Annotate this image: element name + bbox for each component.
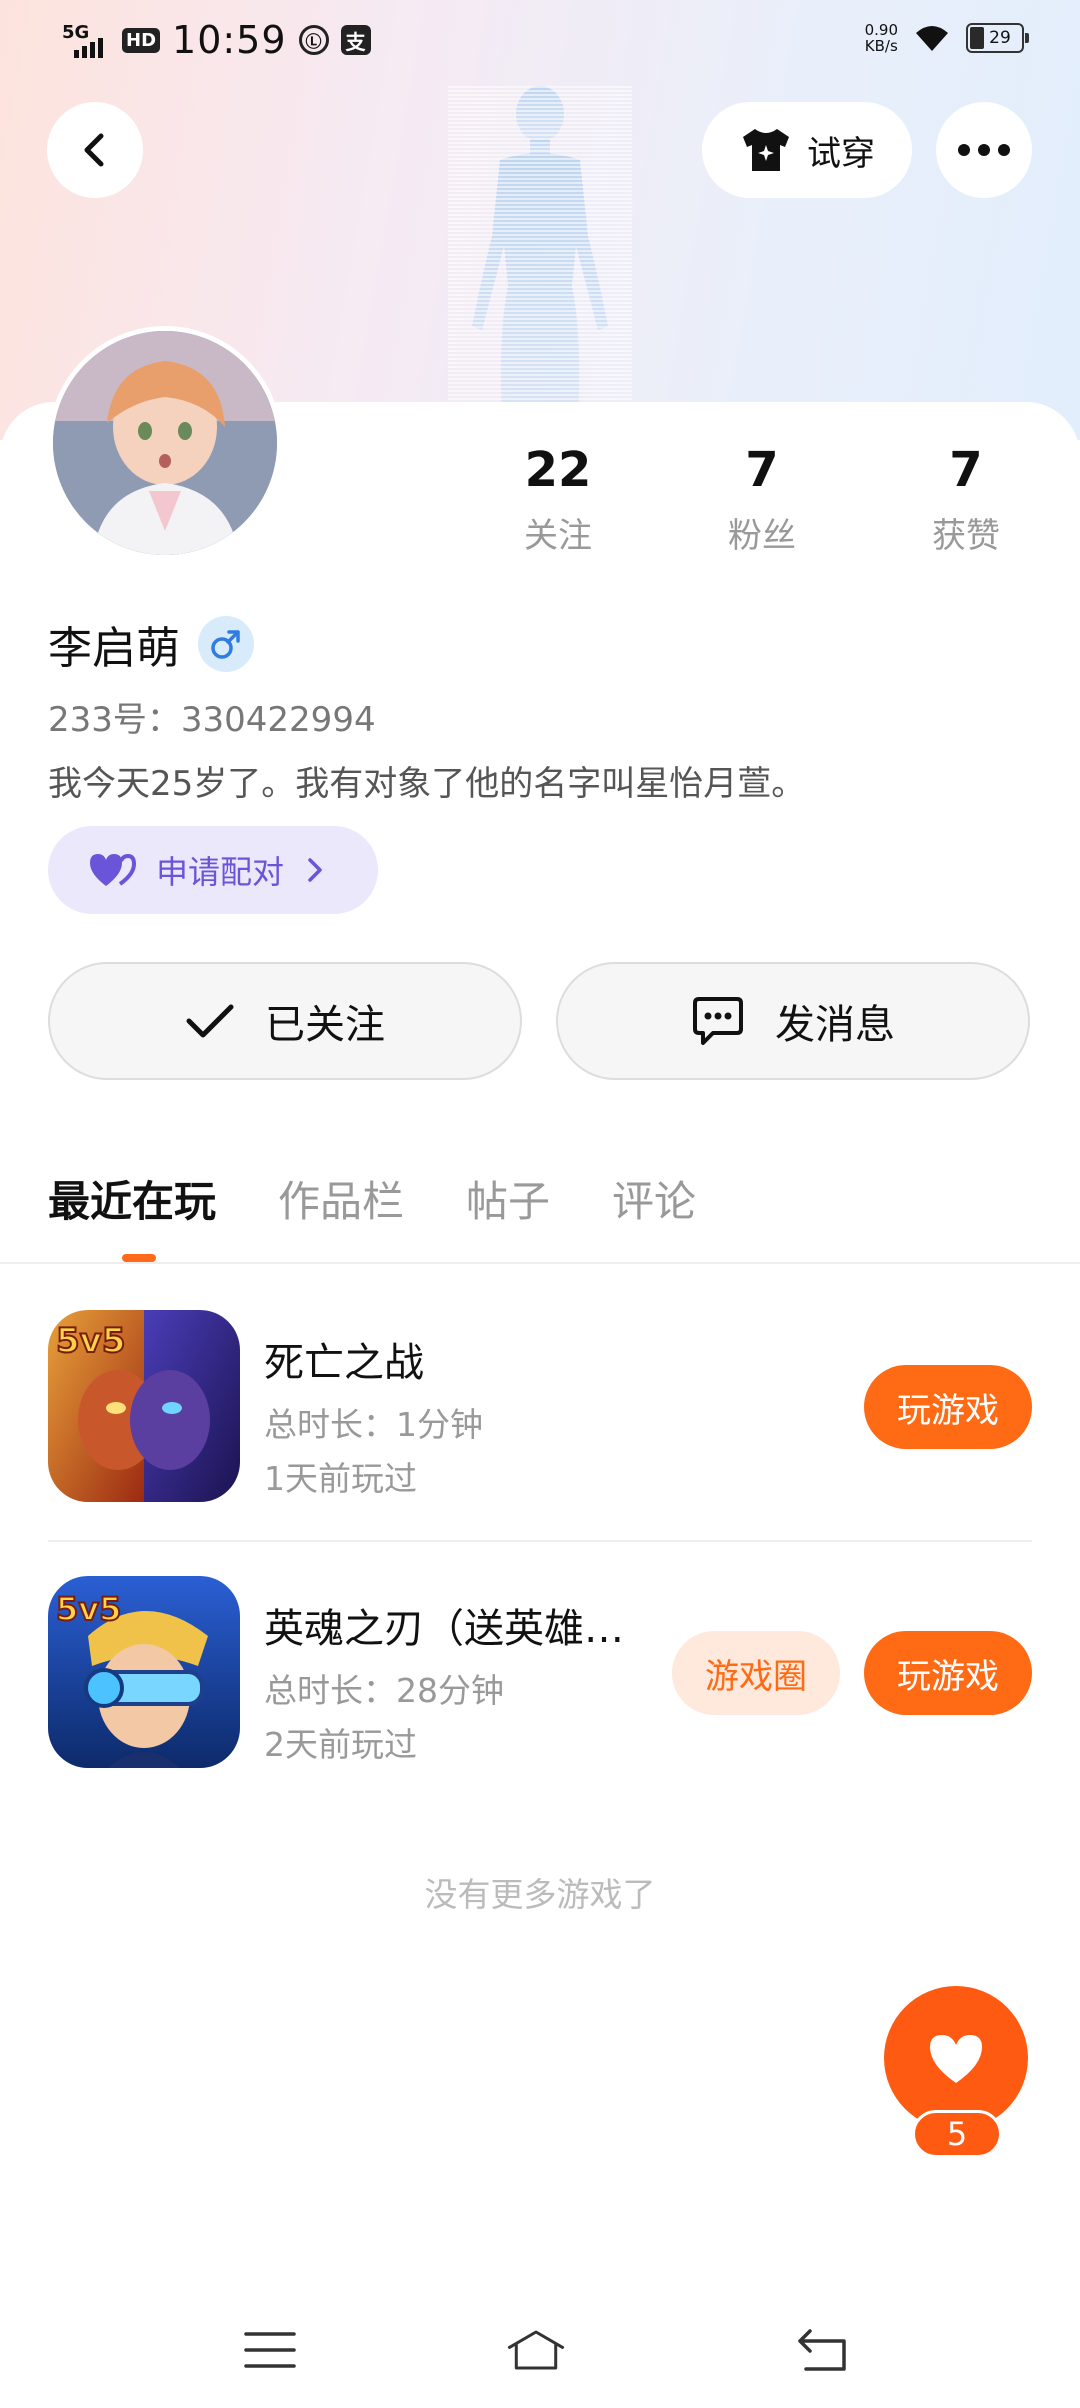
try-on-label: 试穿 bbox=[807, 133, 875, 174]
request-pair-label: 申请配对 bbox=[156, 853, 285, 891]
menu-icon bbox=[244, 2332, 296, 2368]
chevron-right-icon bbox=[308, 858, 322, 882]
stat-label: 粉丝 bbox=[728, 516, 796, 556]
signal-icon: 5G bbox=[60, 20, 110, 60]
alipay-icon: 支 bbox=[340, 25, 371, 55]
avatar-figure-hologram bbox=[448, 86, 632, 416]
notification-app-icon: Ⓛ bbox=[298, 25, 329, 55]
request-pair-button[interactable]: 申请配对 bbox=[48, 826, 378, 914]
active-tab-indicator bbox=[122, 1254, 156, 1262]
tab-posts[interactable]: 帖子 bbox=[466, 1168, 550, 1229]
chevron-left-icon bbox=[84, 133, 104, 167]
status-bar: 5G HD 10:59 Ⓛ 支 0.90 KB/s 29 bbox=[0, 0, 1080, 80]
followed-button[interactable]: 已关注 bbox=[48, 962, 522, 1080]
game-last-played: 2天前玩过 bbox=[264, 1725, 417, 1764]
stat-followers[interactable]: 7 粉丝 bbox=[682, 440, 842, 557]
game-list-item[interactable]: 5v5 英魂之刃（送英雄… 总时长：28分钟 2天前玩过 游戏圈 玩游戏 bbox=[48, 1576, 1032, 1770]
back-arrow-icon bbox=[798, 2329, 846, 2371]
more-button[interactable] bbox=[936, 102, 1032, 198]
user-bio: 我今天25岁了。我有对象了他的名字叫星怡月萱。 bbox=[48, 764, 806, 804]
clock: 10:59 bbox=[172, 18, 287, 62]
stat-likes[interactable]: 7 获赞 bbox=[886, 440, 1046, 557]
game-icon-deathwar: 5v5 bbox=[48, 1310, 240, 1502]
tab-works[interactable]: 作品栏 bbox=[278, 1168, 404, 1229]
play-game-button[interactable]: 玩游戏 bbox=[864, 1631, 1032, 1715]
battery-icon: 29 bbox=[966, 23, 1029, 53]
list-divider bbox=[48, 1540, 1032, 1542]
chat-bubble-icon bbox=[693, 997, 743, 1045]
followed-label: 已关注 bbox=[265, 1002, 385, 1048]
tshirt-icon bbox=[743, 129, 789, 171]
stat-label: 获赞 bbox=[932, 516, 1000, 556]
avatar[interactable] bbox=[48, 326, 282, 560]
tab-recently-played[interactable]: 最近在玩 bbox=[48, 1168, 216, 1229]
send-message-label: 发消息 bbox=[775, 1002, 895, 1048]
no-more-games-text: 没有更多游戏了 bbox=[424, 1875, 656, 1914]
stat-value: 22 bbox=[524, 442, 592, 498]
like-count-badge: 5 bbox=[912, 2110, 1002, 2158]
game-duration: 总时长：1分钟 bbox=[264, 1405, 483, 1444]
wifi-icon bbox=[916, 26, 948, 51]
svg-text:5v5: 5v5 bbox=[56, 1321, 125, 1361]
heart-icon bbox=[930, 2035, 982, 2083]
male-icon bbox=[198, 616, 254, 672]
svg-text:5v5: 5v5 bbox=[56, 1590, 121, 1628]
stat-value: 7 bbox=[949, 442, 983, 498]
try-on-button[interactable]: 试穿 bbox=[702, 102, 912, 198]
network-speed: 0.90 KB/s bbox=[864, 21, 898, 55]
game-list-item[interactable]: 5v5 死亡之战 总时长：1分钟 1天前玩过 玩游戏 bbox=[48, 1310, 1032, 1504]
system-navigation-bar bbox=[0, 2300, 1080, 2408]
back-button[interactable] bbox=[47, 102, 143, 198]
name-row: 李启萌 bbox=[48, 612, 254, 676]
stat-following[interactable]: 22 关注 bbox=[478, 440, 638, 557]
like-button[interactable] bbox=[884, 1986, 1028, 2130]
send-message-button[interactable]: 发消息 bbox=[556, 962, 1030, 1080]
play-game-button[interactable]: 玩游戏 bbox=[864, 1365, 1032, 1449]
game-title: 死亡之战 bbox=[264, 1340, 424, 1386]
tab-comments[interactable]: 评论 bbox=[612, 1168, 696, 1229]
more-horizontal-icon bbox=[958, 144, 1010, 156]
game-icon-soulblade: 5v5 bbox=[48, 1576, 240, 1768]
game-title: 英魂之刃（送英雄… bbox=[264, 1606, 624, 1652]
game-last-played: 1天前玩过 bbox=[264, 1459, 417, 1498]
hd-icon: HD bbox=[122, 27, 161, 53]
game-circle-button[interactable]: 游戏圈 bbox=[672, 1631, 840, 1715]
user-id: 233号：330422994 bbox=[48, 700, 376, 740]
check-icon bbox=[186, 1004, 234, 1038]
home-icon bbox=[507, 2330, 565, 2370]
user-name: 李启萌 bbox=[48, 623, 180, 674]
profile-tabs: 最近在玩 作品栏 帖子 评论 bbox=[48, 1168, 696, 1229]
double-heart-icon bbox=[90, 853, 137, 886]
game-duration: 总时长：28分钟 bbox=[264, 1671, 504, 1710]
home-nav-button[interactable] bbox=[506, 2322, 566, 2378]
menu-nav-button[interactable] bbox=[240, 2322, 300, 2378]
stat-value: 7 bbox=[745, 442, 779, 498]
stat-label: 关注 bbox=[524, 516, 592, 556]
avatar-image bbox=[53, 331, 277, 555]
back-nav-button[interactable] bbox=[794, 2322, 854, 2378]
tabs-divider bbox=[0, 1262, 1080, 1264]
